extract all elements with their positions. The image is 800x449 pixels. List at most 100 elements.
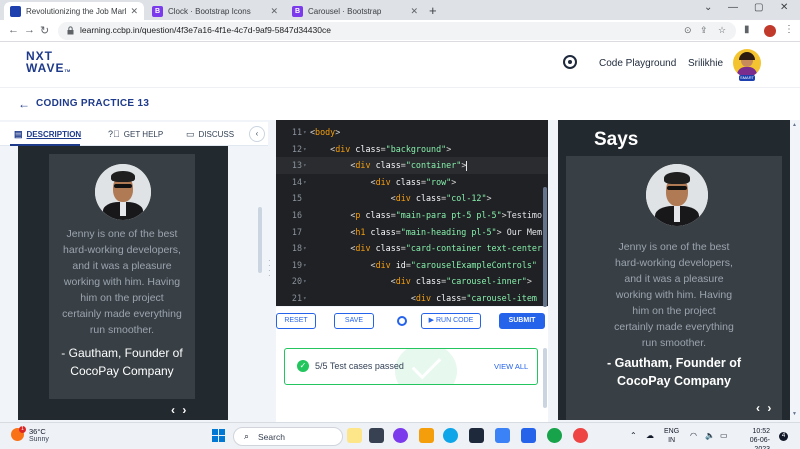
fold-arrow-icon[interactable]: ▾ xyxy=(303,174,307,191)
fold-arrow-icon[interactable]: ▾ xyxy=(303,157,307,174)
tab-description[interactable]: ▤ DESCRIPTION xyxy=(14,129,81,140)
submit-button[interactable]: SUBMIT xyxy=(499,313,545,329)
carousel-controls[interactable]: ‹ › xyxy=(756,401,773,415)
code-line[interactable]: 21 ▾ <div class="carousel-item xyxy=(276,290,548,306)
avatar[interactable] xyxy=(733,49,761,77)
browser-tab-clock-icons[interactable]: B Clock · Bootstrap Icons ✕ xyxy=(146,2,284,20)
fold-arrow-icon[interactable]: ▾ xyxy=(303,141,307,158)
system-clock[interactable]: 10:52 06-06-2023 xyxy=(742,427,770,449)
back-arrow-icon[interactable]: ← xyxy=(18,97,30,111)
browser-menu-icon[interactable]: ⋮ xyxy=(784,24,794,35)
notification-badge[interactable]: 4 xyxy=(779,432,788,441)
address-bar[interactable]: learning.ccbp.in/question/4f3e7a16-4f1e-… xyxy=(58,22,736,40)
left-panel-scrollbar[interactable] xyxy=(258,207,262,273)
code-line[interactable]: 14 ▾ <div class="row"> xyxy=(276,174,548,191)
close-tab-icon[interactable]: ✕ xyxy=(410,6,418,17)
close-tab-icon[interactable]: ✕ xyxy=(270,6,278,17)
show-hidden-icons-icon[interactable]: ⌃ xyxy=(630,431,637,440)
carousel-controls[interactable]: ‹ › xyxy=(171,403,188,417)
tab-get-help-label: GET HELP xyxy=(123,129,164,139)
user-name[interactable]: Srilikhie xyxy=(688,58,723,69)
fold-arrow-icon[interactable]: ▾ xyxy=(303,124,307,141)
scroll-down-icon[interactable]: ▼ xyxy=(792,411,797,417)
onedrive-icon[interactable]: ☁ xyxy=(646,431,654,440)
tab-title: Carousel · Bootstrap xyxy=(308,6,382,16)
file-explorer-icon[interactable] xyxy=(419,428,434,443)
teams-chat-icon[interactable] xyxy=(393,428,408,443)
app-header: NXT WAVETM Code Playground Srilikhie SMA… xyxy=(0,42,800,87)
weather-temperature[interactable]: 36°C xyxy=(29,427,46,436)
run-code-button[interactable]: ▶ RUN CODE xyxy=(421,313,481,329)
resize-handle[interactable]: · · · · xyxy=(268,257,272,280)
maximize-icon[interactable]: ▢ xyxy=(754,2,763,13)
save-button[interactable]: SAVE xyxy=(334,313,374,329)
line-number: 14 xyxy=(291,176,302,187)
tab-discuss[interactable]: ▭ DISCUSS xyxy=(186,129,234,140)
volume-icon[interactable]: 🔈 xyxy=(705,431,715,440)
testimonial-photo xyxy=(95,164,151,220)
code-line[interactable]: 17 <h1 class="main-heading pl-5"> Our Me… xyxy=(276,224,548,241)
bookmark-star-icon[interactable]: ☆ xyxy=(718,25,726,36)
code-text: <div class="carousel-item xyxy=(310,293,537,303)
browser-tab-ccbp[interactable]: Revolutionizing the Job Market | ✕ xyxy=(4,2,144,20)
scroll-up-icon[interactable]: ▲ xyxy=(792,122,797,128)
minimize-icon[interactable]: — xyxy=(728,2,738,13)
taskbar-search[interactable]: ⌕ Search xyxy=(233,427,343,446)
back-icon[interactable]: ← xyxy=(8,24,19,36)
reset-button[interactable]: RESET xyxy=(276,313,316,329)
gear-icon[interactable] xyxy=(397,316,407,326)
mysql-app-icon[interactable] xyxy=(495,428,510,443)
windows-start-icon[interactable] xyxy=(212,429,226,443)
results-scrollbar[interactable] xyxy=(543,348,547,408)
forward-icon[interactable]: → xyxy=(24,24,35,36)
browser-profile-avatar[interactable] xyxy=(764,25,776,37)
code-line[interactable]: 11 ▾ <body> xyxy=(276,124,548,141)
weather-description[interactable]: Sunny xyxy=(29,436,49,443)
side-panel-icon[interactable]: ▮ xyxy=(744,24,750,35)
task-view-icon[interactable] xyxy=(369,428,384,443)
code-line[interactable]: 19 ▾ <div id="carouselExampleControls" xyxy=(276,257,548,274)
battery-icon[interactable]: ▭ xyxy=(720,431,728,440)
microsoft-store-icon[interactable] xyxy=(469,428,484,443)
wifi-icon[interactable]: ◠ xyxy=(690,431,697,440)
page-title-row: ← CODING PRACTICE 13 xyxy=(0,87,800,119)
fold-arrow-icon[interactable]: ▾ xyxy=(303,240,307,257)
tab-discuss-label: DISCUSS xyxy=(198,130,235,139)
chrome-icon[interactable] xyxy=(573,428,588,443)
nxtwave-logo[interactable]: NXT WAVETM xyxy=(26,50,70,77)
language-indicator[interactable]: ENG IN xyxy=(664,427,679,445)
code-editor[interactable]: 11 ▾ <body> 12 ▾ <div class="background"> 13 ▾… xyxy=(276,120,548,306)
code-line[interactable]: 13 ▾ <div class="container"> xyxy=(276,157,548,175)
page-title: CODING PRACTICE 13 xyxy=(36,98,150,109)
streak-timer-icon[interactable] xyxy=(563,55,577,69)
google-lens-icon[interactable]: ⊙ xyxy=(684,25,692,36)
line-number: 20 xyxy=(291,276,302,287)
code-playground-link[interactable]: Code Playground xyxy=(599,58,676,69)
spotify-icon[interactable] xyxy=(547,428,562,443)
code-line[interactable]: 20 ▾ <div class="carousel-inner"> xyxy=(276,273,548,290)
close-window-icon[interactable]: ✕ xyxy=(780,2,788,13)
editor-scrollbar[interactable] xyxy=(543,187,547,307)
share-icon[interactable]: ⇪ xyxy=(700,25,708,36)
view-all-link[interactable]: VIEW ALL xyxy=(494,362,528,371)
close-tab-icon[interactable]: ✕ xyxy=(130,6,138,17)
code-text: <div class="card-container text-center xyxy=(310,243,542,254)
fold-arrow-icon[interactable]: ▾ xyxy=(303,273,307,290)
testimonial-quote: Jenny is one of the best hard-working de… xyxy=(49,226,195,338)
collapse-panel-button[interactable]: ‹ xyxy=(249,126,265,142)
edge-browser-icon[interactable] xyxy=(443,428,458,443)
page-scrollbar[interactable]: ▲ ▼ xyxy=(792,120,798,420)
vscode-icon[interactable] xyxy=(521,428,536,443)
tab-get-help[interactable]: ?⃝ GET HELP xyxy=(108,129,163,139)
code-line[interactable]: 16 <p class="main-para pt-5 pl-5">Testim… xyxy=(276,207,548,224)
tab-search-icon[interactable]: ⌄ xyxy=(704,2,712,13)
widgets-app-icon[interactable] xyxy=(347,428,362,443)
fold-arrow-icon[interactable]: ▾ xyxy=(303,290,307,306)
code-line[interactable]: 15 <div class="col-12"> xyxy=(276,190,548,207)
code-line[interactable]: 12 ▾ <div class="background"> xyxy=(276,141,548,158)
browser-tab-carousel[interactable]: B Carousel · Bootstrap ✕ xyxy=(286,2,424,20)
new-tab-button[interactable]: + xyxy=(429,3,437,18)
fold-arrow-icon[interactable]: ▾ xyxy=(303,257,307,274)
code-line[interactable]: 18 ▾ <div class="card-container text-cent… xyxy=(276,240,548,257)
reload-icon[interactable]: ↻ xyxy=(40,24,49,37)
